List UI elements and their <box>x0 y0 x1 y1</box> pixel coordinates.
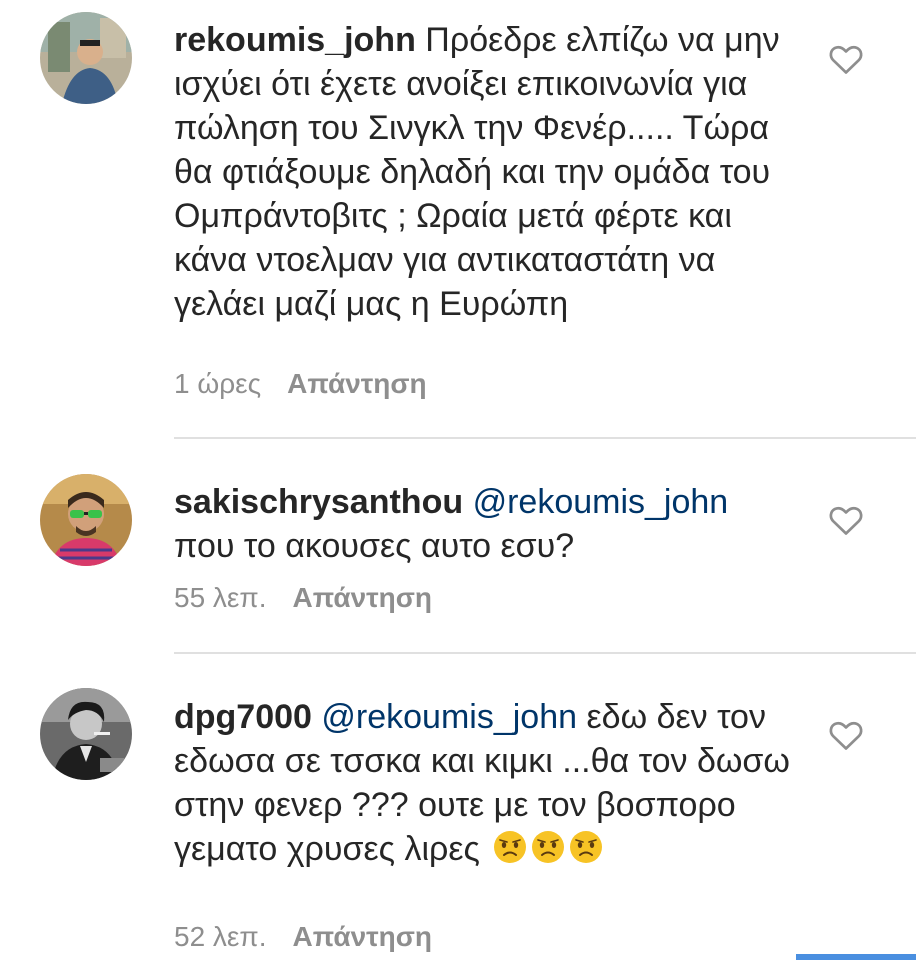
comment-text: dpg7000 @rekoumis_john εδω δεν τον εδωσα… <box>174 695 794 871</box>
comment-message: που το ακουσες αυτο εσυ? <box>174 527 575 565</box>
heart-icon[interactable] <box>828 718 864 752</box>
confused-face-emoji-icon <box>493 830 527 864</box>
comment-mention[interactable]: @rekoumis_john <box>321 698 577 736</box>
comment-text: rekoumis_john Πρόεδρε ελπίζω να μην ισχύ… <box>174 18 794 326</box>
comment-time: 1 ώρες <box>174 368 262 399</box>
avatar[interactable] <box>40 474 132 566</box>
avatar[interactable] <box>40 12 132 104</box>
comment-username[interactable]: rekoumis_john <box>174 21 416 59</box>
confused-face-emoji-icon <box>569 830 603 864</box>
comment-meta: 55 λεπ. Απάντηση <box>174 582 432 614</box>
scroll-indicator <box>796 954 916 960</box>
divider <box>174 652 916 654</box>
comment-meta: 52 λεπ. Απάντηση <box>174 921 432 953</box>
comment-username[interactable]: sakischrysanthou <box>174 483 463 521</box>
comment-meta: 1 ώρες Απάντηση <box>174 368 427 400</box>
comment-message: Πρόεδρε ελπίζω να μην ισχύει ότι έχετε α… <box>174 21 780 323</box>
reply-button[interactable]: Απάντηση <box>293 582 433 613</box>
comment-mention[interactable]: @rekoumis_john <box>473 483 729 521</box>
confused-face-emoji-icon <box>531 830 565 864</box>
comment-time: 55 λεπ. <box>174 582 267 613</box>
heart-icon[interactable] <box>828 42 864 76</box>
comment-time: 52 λεπ. <box>174 921 267 952</box>
avatar[interactable] <box>40 688 132 780</box>
comment-text: sakischrysanthou @rekoumis_john που το α… <box>174 480 794 568</box>
comment-username[interactable]: dpg7000 <box>174 698 312 736</box>
divider <box>174 437 916 439</box>
reply-button[interactable]: Απάντηση <box>287 368 427 399</box>
heart-icon[interactable] <box>828 503 864 537</box>
reply-button[interactable]: Απάντηση <box>293 921 433 952</box>
